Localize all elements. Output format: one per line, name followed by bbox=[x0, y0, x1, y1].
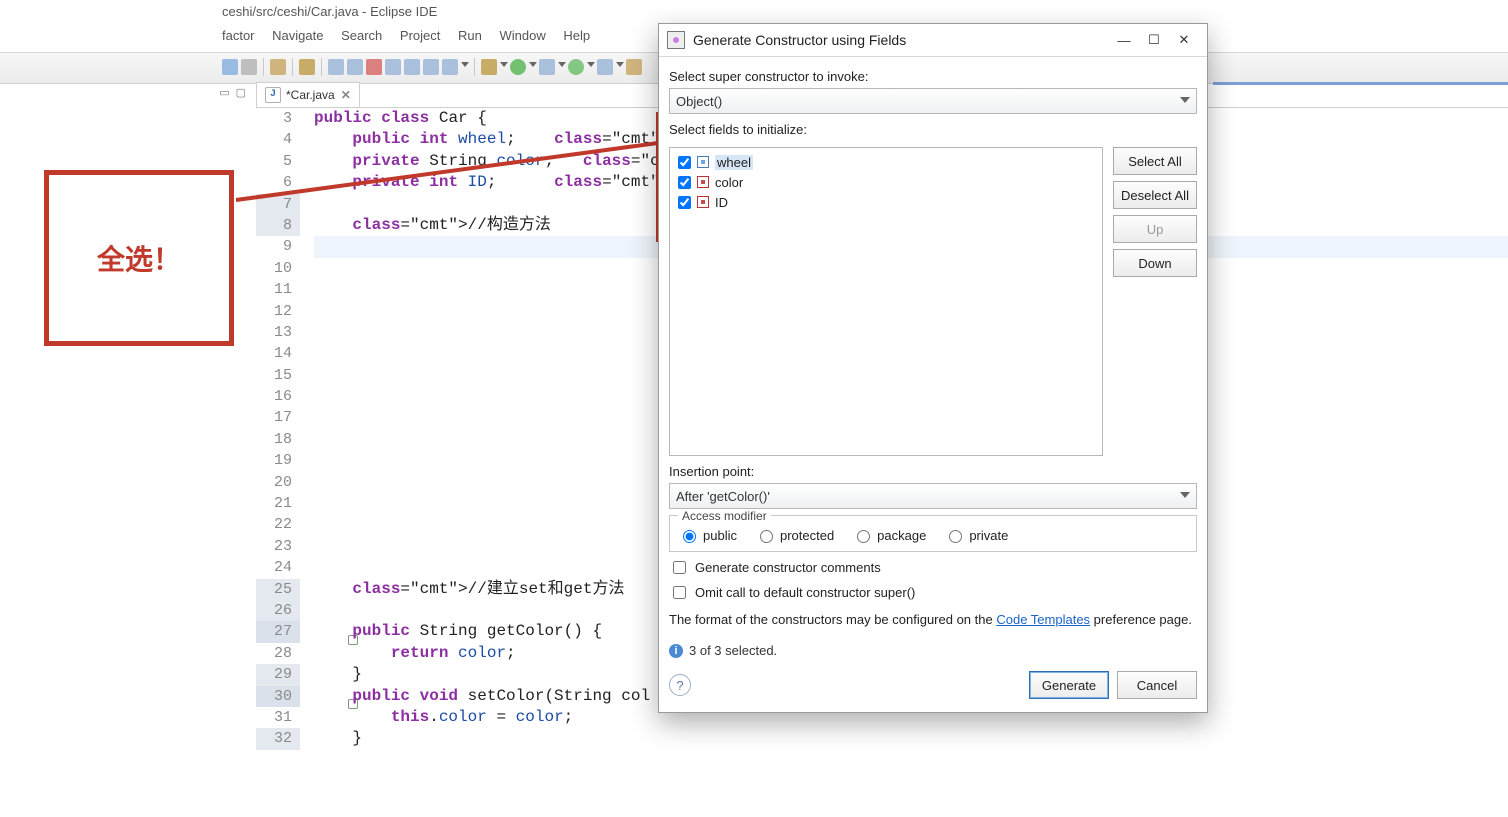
field-checkbox[interactable] bbox=[678, 176, 691, 189]
super-constructor-value: Object() bbox=[676, 94, 722, 109]
link-editor-icon[interactable] bbox=[385, 59, 401, 75]
new-java-icon[interactable] bbox=[626, 59, 642, 75]
annotation-box: 全选！ bbox=[44, 170, 234, 346]
java-file-icon: J bbox=[265, 87, 281, 103]
minimize-view-icon[interactable]: ▭ bbox=[219, 86, 229, 99]
stop-icon[interactable] bbox=[366, 59, 382, 75]
selection-count: i 3 of 3 selected. bbox=[669, 643, 1197, 658]
dialog-titlebar[interactable]: Generate Constructor using Fields — ☐ ✕ bbox=[659, 24, 1207, 56]
window-title: ceshi/src/ceshi/Car.java - Eclipse IDE bbox=[0, 0, 1508, 24]
dropdown-icon[interactable] bbox=[558, 62, 565, 69]
run-last-icon[interactable] bbox=[568, 59, 584, 75]
chevron-down-icon bbox=[1180, 492, 1190, 498]
generate-comments-checkbox[interactable]: Generate constructor comments bbox=[669, 558, 1197, 577]
select-all-button[interactable]: Select All bbox=[1113, 147, 1197, 175]
info-icon: i bbox=[669, 644, 683, 658]
coverage-icon[interactable] bbox=[539, 59, 555, 75]
maximize-view-icon[interactable]: ▢ bbox=[236, 86, 246, 99]
code-templates-link[interactable]: Code Templates bbox=[996, 612, 1090, 627]
marker-gutter bbox=[300, 108, 314, 817]
run-icon[interactable] bbox=[510, 59, 526, 75]
open-type-icon[interactable] bbox=[270, 59, 286, 75]
field-name: wheel bbox=[715, 155, 753, 170]
radio-public[interactable]: public bbox=[678, 527, 737, 543]
menu-window[interactable]: Window bbox=[499, 28, 545, 43]
search-icon[interactable] bbox=[442, 59, 458, 75]
dropdown-icon[interactable] bbox=[500, 62, 507, 69]
close-tab-icon[interactable]: ✕ bbox=[341, 88, 351, 102]
insertion-point-combo[interactable]: After 'getColor()' bbox=[669, 483, 1197, 509]
tab-label: *Car.java bbox=[286, 88, 335, 102]
omit-super-checkbox[interactable]: Omit call to default constructor super() bbox=[669, 583, 1197, 602]
dialog-title: Generate Constructor using Fields bbox=[693, 32, 1109, 48]
dropdown-icon[interactable] bbox=[587, 62, 594, 69]
radio-package[interactable]: package bbox=[852, 527, 926, 543]
save-icon[interactable] bbox=[222, 59, 238, 75]
pin-icon[interactable] bbox=[423, 59, 439, 75]
select-super-label: Select super constructor to invoke: bbox=[669, 69, 1197, 84]
generate-constructor-dialog: Generate Constructor using Fields — ☐ ✕ … bbox=[658, 23, 1208, 713]
field-name: color bbox=[715, 175, 743, 190]
format-hint: The format of the constructors may be co… bbox=[669, 612, 1197, 627]
field-checkbox[interactable] bbox=[678, 156, 691, 169]
dropdown-icon[interactable] bbox=[529, 62, 536, 69]
dropdown-icon[interactable] bbox=[616, 62, 623, 69]
cancel-button[interactable]: Cancel bbox=[1117, 671, 1197, 699]
toggle-mark-icon[interactable] bbox=[404, 59, 420, 75]
maximize-button[interactable]: ☐ bbox=[1139, 28, 1169, 52]
editor-mini-toolbar: ▭ ▢ bbox=[216, 82, 246, 102]
select-fields-label: Select fields to initialize: bbox=[669, 122, 1197, 137]
insertion-point-label: Insertion point: bbox=[669, 464, 1197, 479]
fields-list[interactable]: wheel color ID bbox=[669, 147, 1103, 456]
menu-refactor[interactable]: factor bbox=[222, 28, 255, 43]
annotation-text: 全选！ bbox=[97, 238, 181, 278]
visibility-icon bbox=[697, 196, 709, 208]
field-checkbox[interactable] bbox=[678, 196, 691, 209]
debug-icon[interactable] bbox=[481, 59, 497, 75]
field-item-color[interactable]: color bbox=[672, 172, 1100, 192]
new-package-icon[interactable] bbox=[328, 59, 344, 75]
generate-button[interactable]: Generate bbox=[1029, 671, 1109, 699]
line-number-gutter: 3456789101112131415161718192021222324252… bbox=[256, 108, 300, 817]
minimize-button[interactable]: — bbox=[1109, 28, 1139, 52]
menu-search[interactable]: Search bbox=[341, 28, 382, 43]
insertion-point-value: After 'getColor()' bbox=[676, 489, 770, 504]
field-item-wheel[interactable]: wheel bbox=[672, 152, 1100, 172]
visibility-icon bbox=[697, 156, 709, 168]
super-constructor-combo[interactable]: Object() bbox=[669, 88, 1197, 114]
access-modifier-group: Access modifier public protected package… bbox=[669, 515, 1197, 552]
radio-private[interactable]: private bbox=[944, 527, 1008, 543]
dropdown-icon[interactable] bbox=[461, 62, 468, 69]
move-up-button[interactable]: Up bbox=[1113, 215, 1197, 243]
field-item-ID[interactable]: ID bbox=[672, 192, 1100, 212]
move-down-button[interactable]: Down bbox=[1113, 249, 1197, 277]
menu-navigate[interactable]: Navigate bbox=[272, 28, 323, 43]
menu-project[interactable]: Project bbox=[400, 28, 440, 43]
radio-protected[interactable]: protected bbox=[755, 527, 834, 543]
new-class-icon[interactable] bbox=[347, 59, 363, 75]
tab-car-java[interactable]: J *Car.java ✕ bbox=[256, 82, 360, 107]
help-button[interactable]: ? bbox=[669, 674, 691, 696]
ext-tools-icon[interactable] bbox=[597, 59, 613, 75]
close-button[interactable]: ✕ bbox=[1169, 28, 1199, 52]
chevron-down-icon bbox=[1180, 97, 1190, 103]
access-modifier-label: Access modifier bbox=[678, 509, 771, 523]
menu-help[interactable]: Help bbox=[563, 28, 590, 43]
skip-breakpoints-icon[interactable] bbox=[299, 59, 315, 75]
visibility-icon bbox=[697, 176, 709, 188]
save-all-icon[interactable] bbox=[241, 59, 257, 75]
dialog-icon bbox=[667, 31, 685, 49]
deselect-all-button[interactable]: Deselect All bbox=[1113, 181, 1197, 209]
field-name: ID bbox=[715, 195, 728, 210]
menu-run[interactable]: Run bbox=[458, 28, 482, 43]
